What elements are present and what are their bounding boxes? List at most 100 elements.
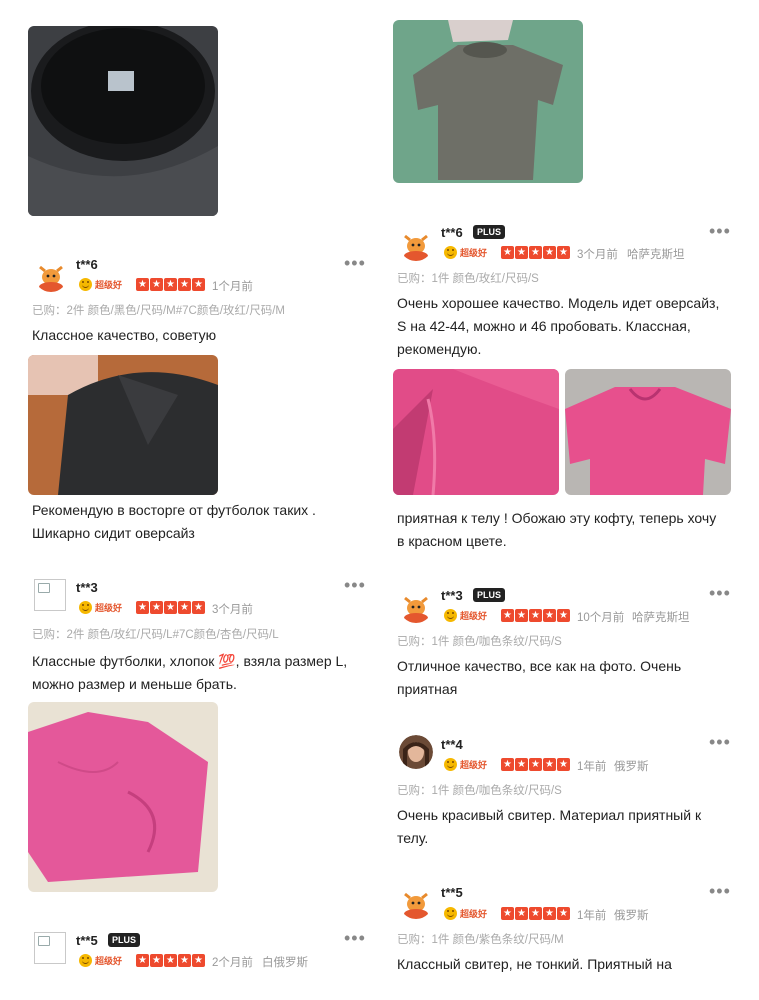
avatar[interactable] — [34, 258, 68, 292]
star-icon: ★ — [557, 758, 570, 771]
username[interactable]: t**5 — [76, 933, 98, 948]
avatar-placeholder[interactable] — [34, 932, 66, 964]
star-icon: ★ — [543, 609, 556, 622]
star-icon: ★ — [150, 954, 163, 967]
plus-badge: PLUS — [473, 588, 506, 602]
star-icon: ★ — [192, 954, 205, 967]
pink-fabric-image — [393, 369, 559, 495]
star-icon: ★ — [515, 907, 528, 920]
review-photo-pink-tee-front[interactable] — [565, 369, 731, 495]
username[interactable]: t**4 — [441, 737, 463, 752]
review-text: Шикарно сидит оверсайз — [32, 525, 195, 541]
dark-collar-image — [28, 26, 218, 216]
star-icon: ★ — [192, 278, 205, 291]
rating-stars: ★ ★ ★ ★ ★ — [136, 954, 205, 967]
purchase-info: 已购：2件 颜色/黑色/尺码/M#7C颜色/玫红/尺码/M — [32, 305, 286, 317]
review-region: 俄罗斯 — [614, 761, 649, 773]
review-region: 哈萨克斯坦 — [627, 249, 685, 261]
moose-avatar-icon — [34, 258, 68, 292]
review-text: приятная к телу ! Обожаю эту кофту, тепе… — [397, 510, 717, 526]
star-icon: ★ — [192, 601, 205, 614]
moose-avatar-icon — [399, 227, 433, 261]
review-region: 哈萨克斯坦 — [632, 612, 690, 624]
plus-badge: PLUS — [108, 933, 141, 947]
star-icon: ★ — [178, 601, 191, 614]
rating-stars: ★ ★ ★ ★ ★ — [136, 601, 205, 614]
rating-stars: ★ ★ ★ ★ ★ — [501, 758, 570, 771]
username[interactable]: t**6 — [441, 225, 463, 240]
review-date: 3个月前 — [577, 249, 618, 261]
user-photo-avatar — [399, 735, 433, 769]
star-icon: ★ — [178, 278, 191, 291]
more-options-icon[interactable]: ••• — [344, 254, 366, 272]
more-options-icon[interactable]: ••• — [709, 882, 731, 900]
username[interactable]: t**6 — [76, 257, 98, 272]
star-icon: ★ — [529, 609, 542, 622]
badge-label: 超级好 — [460, 248, 488, 258]
super-good-badge: 超级好 — [79, 600, 122, 615]
badge-label: 超级好 — [95, 603, 123, 613]
super-good-badge: 超级好 — [444, 608, 487, 623]
review-text: можно размер и меньше брать. — [32, 676, 237, 692]
star-icon: ★ — [164, 601, 177, 614]
review-photo-dark-collar[interactable] — [28, 26, 218, 216]
star-icon: ★ — [515, 246, 528, 259]
avatar-placeholder[interactable] — [34, 579, 66, 611]
more-options-icon[interactable]: ••• — [344, 929, 366, 947]
more-options-icon[interactable]: ••• — [709, 733, 731, 751]
avatar[interactable] — [399, 735, 433, 769]
avatar[interactable] — [399, 885, 433, 919]
review-photo-dark-tee[interactable] — [28, 355, 218, 495]
more-options-icon[interactable]: ••• — [709, 222, 731, 240]
badge-label: 超级好 — [95, 280, 123, 290]
star-icon: ★ — [557, 907, 570, 920]
star-icon: ★ — [543, 907, 556, 920]
review-region: 俄罗斯 — [614, 910, 649, 922]
review-photo-grey-tee[interactable] — [393, 20, 583, 183]
star-icon: ★ — [529, 246, 542, 259]
star-icon: ★ — [178, 954, 191, 967]
badge-label: 超级好 — [460, 760, 488, 770]
plus-badge: PLUS — [473, 225, 506, 239]
review-text: Классное качество, советую — [32, 327, 217, 343]
super-good-badge: 超级好 — [79, 277, 122, 292]
username[interactable]: t**5 — [441, 885, 463, 900]
more-options-icon[interactable]: ••• — [709, 584, 731, 602]
review-text: телу. — [397, 830, 429, 846]
review-photo-pink-fabric[interactable] — [393, 369, 559, 495]
avatar[interactable] — [399, 227, 433, 261]
review-text: приятная — [397, 681, 458, 697]
grey-tee-image — [393, 20, 583, 183]
review-text: Очень хорошее качество. Модель идет овер… — [397, 295, 720, 311]
super-good-badge: 超级好 — [444, 245, 487, 260]
star-icon: ★ — [557, 246, 570, 259]
star-icon: ★ — [501, 246, 514, 259]
review-text: S на 42-44, можно и 46 пробовать. Классн… — [397, 318, 691, 334]
smile-icon — [444, 246, 457, 259]
review-photo-pink-tee[interactable] — [28, 702, 218, 892]
username[interactable]: t**3 — [441, 588, 463, 603]
purchase-info: 已购：1件 颜色/紫色条纹/尺码/M — [397, 934, 564, 946]
rating-stars: ★ ★ ★ ★ ★ — [136, 278, 205, 291]
dark-tee-image — [28, 355, 218, 495]
rating-stars: ★ ★ ★ ★ ★ — [501, 609, 570, 622]
moose-avatar-icon — [399, 885, 433, 919]
more-options-icon[interactable]: ••• — [344, 576, 366, 594]
review-region: 白俄罗斯 — [262, 957, 308, 969]
super-good-badge: 超级好 — [79, 953, 122, 968]
smile-icon — [79, 278, 92, 291]
star-icon: ★ — [136, 601, 149, 614]
avatar[interactable] — [399, 589, 433, 623]
badge-label: 超级好 — [460, 611, 488, 621]
star-icon: ★ — [501, 609, 514, 622]
review-text: рекомендую. — [397, 341, 482, 357]
purchase-info: 已购：1件 颜色/咖色条纹/尺码/S — [397, 785, 562, 797]
super-good-badge: 超级好 — [444, 757, 487, 772]
rating-stars: ★ ★ ★ ★ ★ — [501, 246, 570, 259]
star-icon: ★ — [515, 758, 528, 771]
review-text: Классные футболки, хлопок 💯, взяла разме… — [32, 653, 348, 669]
review-date: 1年前 — [577, 910, 607, 922]
smile-icon — [444, 907, 457, 920]
username[interactable]: t**3 — [76, 580, 98, 595]
review-date: 2个月前 — [212, 957, 253, 969]
